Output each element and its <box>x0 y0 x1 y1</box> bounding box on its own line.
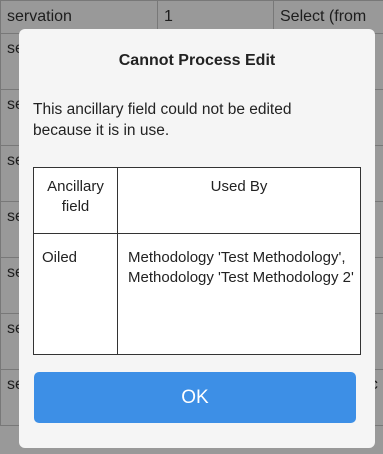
dialog-message: This ancillary field could not be edited… <box>33 101 292 139</box>
ok-button[interactable]: OK <box>34 372 356 423</box>
header-used-by: Used By <box>117 167 361 234</box>
dialog-title: Cannot Process Edit <box>118 52 276 69</box>
ancillary-field-cell: Oiled <box>33 233 118 355</box>
cannot-process-edit-dialog: Cannot Process Edit This ancillary field… <box>19 29 375 448</box>
table-row: Oiled Methodology 'Test Methodology', Me… <box>33 233 361 355</box>
header-ancillary-field: Ancillary field <box>33 167 118 234</box>
usage-table: Ancillary field Used By Oiled Methodolog… <box>33 167 361 355</box>
used-by-cell: Methodology 'Test Methodology', Methodol… <box>117 233 361 355</box>
